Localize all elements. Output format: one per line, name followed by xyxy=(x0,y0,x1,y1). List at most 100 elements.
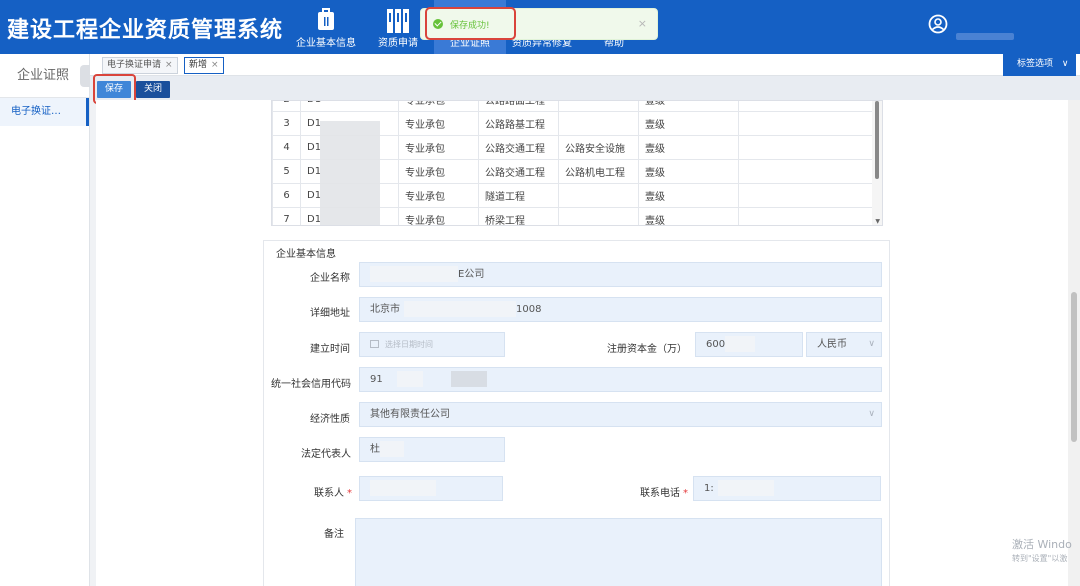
table-cell-sub xyxy=(558,207,639,225)
contact-label-text: 联系人 xyxy=(314,488,344,499)
currency-select[interactable]: 人民币 ∨ xyxy=(806,332,882,357)
table-cell-no: 3 xyxy=(272,111,301,136)
table-cell-empty xyxy=(738,207,874,225)
table-cell-sub xyxy=(558,111,639,136)
nav-company-info[interactable]: 企业基本信息 xyxy=(290,0,362,54)
economic-nature-label: 经济性质 xyxy=(310,414,350,425)
redacted-text xyxy=(380,441,404,457)
page-scrollbar[interactable] xyxy=(1068,100,1080,586)
phone-field[interactable]: 1: xyxy=(693,476,881,501)
table-cell-empty xyxy=(738,135,874,160)
close-icon[interactable]: × xyxy=(211,60,219,70)
legal-rep-field[interactable]: 杜 xyxy=(359,437,505,462)
company-name-field[interactable]: E公司 xyxy=(359,262,882,287)
table-cell-sub xyxy=(558,183,639,208)
tab-label: 电子换证申请 xyxy=(107,60,162,70)
credit-code-value: 91 xyxy=(370,374,383,385)
table-cell-type: 公路交通工程 xyxy=(478,135,559,160)
table-cell-category: 专业承包 xyxy=(398,159,479,184)
address-field[interactable]: 北京市 1008 xyxy=(359,297,882,322)
calendar-icon xyxy=(370,340,379,348)
table-cell-type: 公路交通工程 xyxy=(478,159,559,184)
table-scroll-thumb[interactable] xyxy=(875,101,879,179)
close-icon[interactable]: × xyxy=(165,60,173,70)
redacted-text xyxy=(370,266,458,282)
table-cell-no: 4 xyxy=(272,135,301,160)
scroll-down-icon[interactable]: ▼ xyxy=(875,218,880,225)
briefcase-icon xyxy=(315,8,337,35)
table-cell-empty xyxy=(738,183,874,208)
app-title: 建设工程企业资质管理系统 xyxy=(7,18,284,43)
tab-bar: 电子换证申请 × 新增 × 标签选项 ∨ xyxy=(90,54,1080,76)
address-city: 北京市 xyxy=(370,304,400,315)
windows-activation-hint: 转到"设置"以激 xyxy=(1012,554,1068,563)
table-cell-no: 7 xyxy=(272,207,301,225)
remark-label: 备注 xyxy=(324,529,344,540)
table-row[interactable]: 2D1专业承包公路路面工程壹级 xyxy=(272,101,874,112)
table-cell-level: 壹级 xyxy=(638,183,739,208)
credit-code-field[interactable]: 91 xyxy=(359,367,882,392)
currency-value: 人民币 xyxy=(817,339,847,350)
redacted-text xyxy=(717,480,774,496)
established-label: 建立时间 xyxy=(310,344,350,355)
redacted-text xyxy=(725,336,756,352)
nav-label: 企业基本信息 xyxy=(296,38,356,49)
credit-code-label: 统一社会信用代码 xyxy=(271,379,351,390)
company-name-label: 企业名称 xyxy=(310,273,350,284)
legal-rep-value: 杜 xyxy=(370,444,380,455)
contact-label: 联系人 * xyxy=(314,484,352,499)
economic-nature-select[interactable]: 其他有限责任公司 ∨ xyxy=(359,402,882,427)
established-date-picker[interactable]: 选择日期时间 xyxy=(359,332,505,357)
economic-nature-value: 其他有限责任公司 xyxy=(370,409,450,420)
table-cell-type: 公路路基工程 xyxy=(478,111,559,136)
toolbar: 保存 关闭 xyxy=(90,76,1080,100)
qualification-table: 2D1专业承包公路路面工程壹级 3D1专业承包公路路基工程壹级4D1专业承包公路… xyxy=(271,100,883,226)
tab-options-button[interactable]: 标签选项 ∨ xyxy=(1003,54,1076,76)
redacted-region xyxy=(320,121,380,225)
table-cell-category: 专业承包 xyxy=(398,135,479,160)
remark-textarea[interactable] xyxy=(355,518,882,586)
phone-label-text: 联系电话 xyxy=(640,488,680,499)
redacted-text xyxy=(396,371,423,387)
capital-value: 600 xyxy=(706,339,726,350)
table-cell-category: 专业承包 xyxy=(398,207,479,225)
table-cell-level: 壹级 xyxy=(638,159,739,184)
table-cell-type: 隧道工程 xyxy=(478,183,559,208)
redacted-text xyxy=(404,301,516,317)
capital-label: 注册资本金（万） xyxy=(607,344,687,355)
required-mark: * xyxy=(347,488,352,499)
fieldset-legend: 企业基本信息 xyxy=(274,245,338,260)
table-cell-no: 6 xyxy=(272,183,301,208)
user-name[interactable] xyxy=(956,33,1014,40)
tab-new[interactable]: 新增 × xyxy=(184,57,224,74)
page-scroll-thumb[interactable] xyxy=(1071,292,1077,442)
close-button[interactable]: 关闭 xyxy=(136,81,171,98)
tab-electronic-cert-apply[interactable]: 电子换证申请 × xyxy=(102,57,178,74)
sidebar-title: 企业证照 xyxy=(0,54,89,98)
table-cell-category: 专业承包 xyxy=(398,111,479,136)
windows-activation-watermark: 激活 Windo xyxy=(1012,538,1072,551)
chevron-down-icon: ∨ xyxy=(868,409,875,419)
contact-field[interactable] xyxy=(359,476,503,501)
company-name-value: E公司 xyxy=(458,269,485,280)
address-number: 1008 xyxy=(516,304,542,315)
close-icon[interactable]: × xyxy=(638,17,647,30)
books-icon xyxy=(386,8,410,37)
established-placeholder: 选择日期时间 xyxy=(385,340,433,349)
toast-highlight-box xyxy=(425,7,516,40)
table-cell-level: 壹级 xyxy=(638,135,739,160)
tab-options-label: 标签选项 xyxy=(1017,59,1054,69)
redacted-text xyxy=(370,480,436,496)
user-circle-icon[interactable] xyxy=(928,14,948,37)
capital-field[interactable]: 600 xyxy=(695,332,803,357)
table-cell-category: 专业承包 xyxy=(398,183,479,208)
sidebar-item-electronic-cert[interactable]: 电子换证… xyxy=(0,98,89,126)
redacted-text xyxy=(450,371,487,387)
phone-value: 1: xyxy=(704,483,714,494)
table-scrollbar[interactable]: ▼ xyxy=(872,101,882,225)
legal-rep-label: 法定代表人 xyxy=(301,449,351,460)
table-cell-sub: 公路安全设施 xyxy=(558,135,639,160)
sidebar-collapse-handle[interactable] xyxy=(80,65,90,87)
tab-label: 新增 xyxy=(189,60,208,70)
table-cell-level: 壹级 xyxy=(638,111,739,136)
